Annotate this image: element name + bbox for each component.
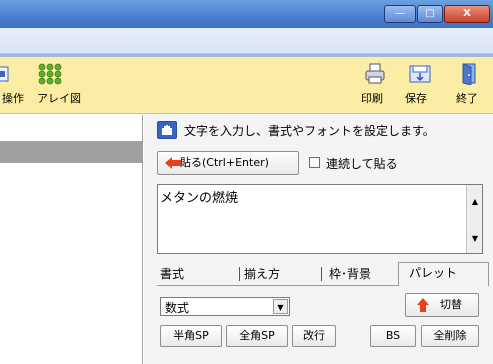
close-button[interactable]: X <box>444 5 490 23</box>
switch-button[interactable]: 切替 <box>405 293 479 317</box>
half-width-space-label: 半角SP <box>173 329 209 342</box>
menu-strip <box>0 28 493 54</box>
array-diagram-tool[interactable] <box>36 63 76 89</box>
chevron-down-icon[interactable]: ▼ <box>273 299 288 314</box>
text-input-area[interactable]: メタンの燃焼 ▲ ▼ <box>157 184 483 254</box>
delete-all-button[interactable]: 全削除 <box>421 325 479 347</box>
text-input-value: メタンの燃焼 <box>160 191 239 206</box>
printer-icon <box>365 63 385 84</box>
print-label: 印刷 <box>361 92 383 105</box>
scroll-down-icon[interactable]: ▼ <box>467 232 483 246</box>
switch-button-label: 切替 <box>440 298 462 311</box>
newline-label: 改行 <box>303 329 325 342</box>
tab-separator <box>321 267 322 281</box>
paste-button[interactable]: 貼る(Ctrl+Enter) <box>157 151 299 175</box>
instruction-text: 文字を入力し、書式やフォントを設定します。 <box>184 124 435 138</box>
text-scrollbar[interactable]: ▲ ▼ <box>466 185 482 253</box>
backspace-button[interactable]: BS <box>370 325 416 347</box>
tab-format[interactable]: 書式 <box>160 263 184 285</box>
maximize-button[interactable]: □ <box>417 5 443 23</box>
newline-button[interactable]: 改行 <box>292 325 336 347</box>
palette-select-value: 数式 <box>165 301 190 315</box>
exit-button[interactable] <box>454 63 482 89</box>
tab-border-background[interactable]: 枠･背景 <box>329 263 371 285</box>
palette-select[interactable]: 数式 ▼ <box>160 297 290 316</box>
arrow-left-icon <box>165 157 181 169</box>
half-width-space-button[interactable]: 半角SP <box>160 325 222 347</box>
continuous-paste-label: 連続して貼る <box>326 157 398 171</box>
close-icon: X <box>463 8 471 19</box>
tab-alignment[interactable]: 揃え方 <box>244 263 280 285</box>
backspace-label: BS <box>385 329 401 342</box>
exit-label: 終了 <box>456 92 478 105</box>
array-diagram-icon <box>38 63 62 85</box>
operation-label: 操作 <box>2 92 24 105</box>
save-label: 保存 <box>405 92 427 105</box>
left-header-strip <box>0 141 142 163</box>
hand-icon <box>162 125 172 135</box>
tab-palette[interactable]: パレット <box>398 262 489 286</box>
exit-door-icon <box>462 63 476 85</box>
minimize-icon: — <box>395 8 405 19</box>
save-icon <box>409 65 431 83</box>
toolbar: 操作 アレイ図 印刷 保存 終了 <box>0 57 493 114</box>
print-button[interactable] <box>361 63 389 89</box>
scroll-up-icon[interactable]: ▲ <box>467 195 483 209</box>
arrow-up-icon <box>417 298 429 312</box>
full-width-space-label: 全角SP <box>239 329 275 342</box>
paste-button-label: 貼る(Ctrl+Enter) <box>180 156 269 169</box>
full-width-space-button[interactable]: 全角SP <box>226 325 288 347</box>
array-diagram-label: アレイ図 <box>37 92 81 105</box>
continuous-paste-checkbox[interactable] <box>309 157 320 168</box>
panel-icon <box>157 121 177 139</box>
save-button[interactable] <box>405 63 433 89</box>
minimize-button[interactable]: — <box>384 5 416 23</box>
tab-palette-label: パレット <box>409 266 458 280</box>
delete-all-label: 全削除 <box>433 329 467 342</box>
maximize-icon: □ <box>425 8 435 19</box>
operation-icon <box>0 66 9 82</box>
title-bar: — □ X <box>0 0 493 28</box>
tab-separator <box>239 267 240 281</box>
operation-tool[interactable] <box>0 65 10 83</box>
